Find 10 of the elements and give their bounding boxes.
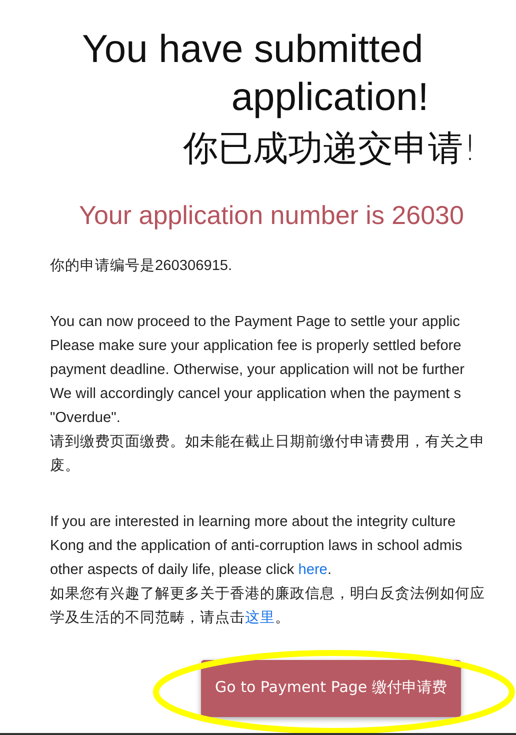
payment-button[interactable]: Go to Payment Page 缴付申请费 (201, 660, 461, 717)
page-title: 你已成功递交申请! (182, 128, 478, 171)
page-title: You have submitted (82, 27, 424, 73)
application-number: Your application number is 26030 (79, 199, 465, 232)
link[interactable]: here (298, 562, 328, 578)
page-title: application! (231, 75, 429, 121)
paragraph: If you are interested in learning more about the integrity culture Kong and the application of anti-corruption laws in school admis other aspects of daily life, please click here. 如果您有兴趣了解更多关于香港的廉政信息，明白反贪法例如何应 学及生活的不同范畴，请点击这里。 (50, 513, 485, 628)
application-number-text: 你的申请编号是260306915. (50, 257, 232, 276)
paragraph: You can now proceed to the Payment Page to settle your applic Please make sure your application fee is properly settled before payment deadline. Otherwise, your application will not be further We will accordingly cancel your application when the payment s "Overdue". 请到缴费页面缴费。如未能在截止日期前缴付申请费用，有关之申 废。 (50, 313, 485, 476)
link[interactable]: 这里 (245, 610, 275, 626)
